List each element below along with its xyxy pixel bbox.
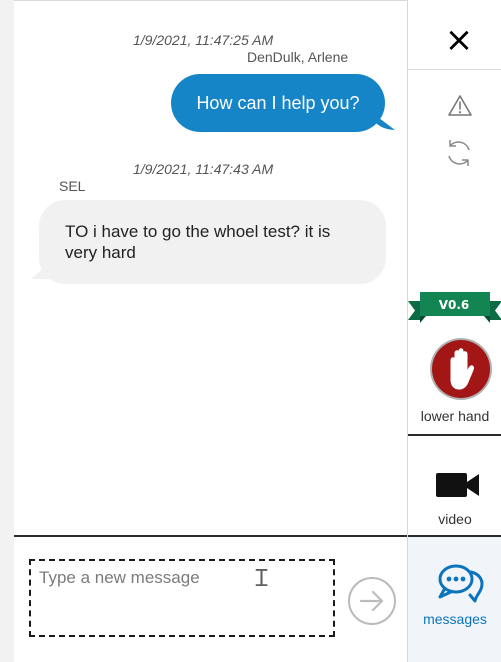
refresh-button[interactable] [442,136,476,170]
arrow-right-icon [359,590,384,612]
chat-bubbles-icon [438,564,484,603]
chat-window: 1/9/2021, 11:47:25 AM DenDulk, Arlene Ho… [0,0,501,662]
close-button[interactable]: × [443,23,475,57]
message-sender: DenDulk, Arlene [247,49,349,65]
version-label: V0.6 [438,298,470,312]
incoming-message-bubble: TO i have to go the whoel test? it is ve… [39,200,386,284]
text-cursor-icon: Ｉ [250,566,273,592]
sidebar-divider [408,434,501,436]
message-sender: SEL [59,178,86,194]
page-background-edge [0,0,15,662]
version-ribbon: V0.6 [408,289,501,327]
message-timestamp: 1/9/2021, 11:47:43 AM [133,161,274,177]
close-icon: × [444,20,474,60]
message-timestamp: 1/9/2021, 11:47:25 AM [133,32,274,48]
video-toggle-button[interactable] [433,469,483,501]
send-message-button[interactable] [348,577,396,625]
message-input[interactable]: Type a new message [29,559,335,637]
message-composer: Type a new message Ｉ [14,535,407,662]
messages-tab[interactable]: messages [408,537,501,662]
outgoing-message-text: How can I help you? [196,93,360,113]
lower-hand-label: lower hand [420,408,490,424]
hand-icon [450,348,474,390]
refresh-icon [448,140,470,166]
right-sidebar: × V0.6 lower hand video messages [407,0,501,662]
message-input-placeholder: Type a new message [39,568,200,587]
video-camera-icon [436,473,479,497]
warning-icon [448,95,472,116]
outgoing-message-bubble: How can I help you? [171,74,385,132]
sidebar-divider [408,69,501,70]
messages-label: messages [423,611,487,627]
conversation-panel: 1/9/2021, 11:47:25 AM DenDulk, Arlene Ho… [14,0,407,536]
report-warning-button[interactable] [443,89,477,123]
lower-hand-button[interactable] [432,340,490,398]
video-label: video [438,511,472,527]
incoming-message-text: TO i have to go the whoel test? it is ve… [65,222,331,262]
